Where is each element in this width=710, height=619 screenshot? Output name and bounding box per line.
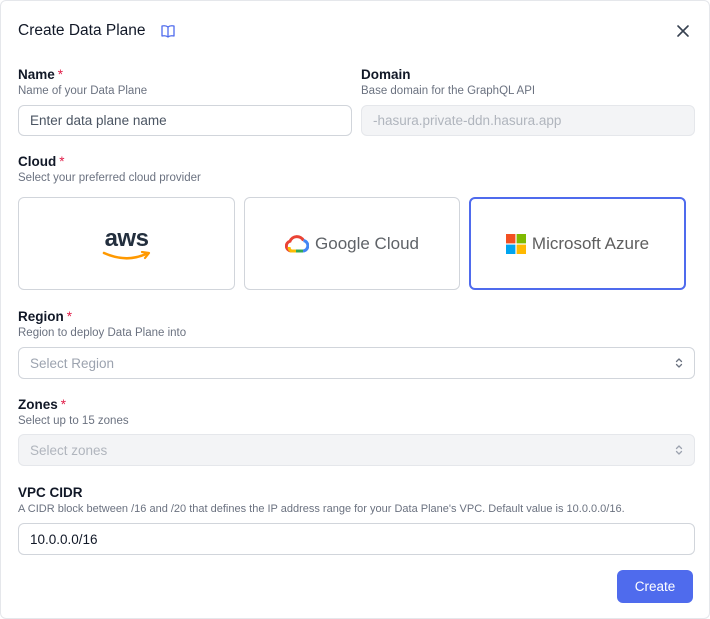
chevron-up-down-icon	[675, 445, 683, 455]
cloud-label: Cloud	[18, 154, 57, 169]
cloud-option-azure[interactable]: Microsoft Azure	[469, 197, 686, 290]
cloud-option-aws[interactable]: aws	[18, 197, 235, 290]
chevron-up-down-icon	[675, 358, 683, 368]
required-mark: *	[66, 309, 73, 324]
name-label: Name	[18, 67, 55, 82]
cloud-help: Select your preferred cloud provider	[18, 172, 201, 184]
name-field-header: Name * Name of your Data Plane	[18, 67, 147, 97]
vpc-help: A CIDR block between /16 and /20 that de…	[18, 503, 625, 515]
google-cloud-label: Google Cloud	[315, 233, 419, 253]
aws-logo: aws	[102, 224, 152, 261]
dialog-header: Create Data Plane	[18, 22, 176, 40]
required-mark: *	[60, 397, 67, 412]
zones-field-header: Zones * Select up to 15 zones	[18, 397, 129, 427]
microsoft-azure-label: Microsoft Azure	[531, 233, 650, 253]
region-select[interactable]: Select Region	[18, 347, 695, 379]
dialog-title: Create Data Plane	[18, 22, 146, 39]
region-label: Region	[18, 309, 64, 324]
cloud-option-google-cloud[interactable]: Google Cloud	[244, 197, 460, 290]
zones-help: Select up to 15 zones	[18, 415, 129, 427]
region-placeholder: Select Region	[30, 355, 115, 371]
name-help: Name of your Data Plane	[18, 85, 148, 97]
domain-label: Domain	[361, 67, 411, 82]
region-field-header: Region * Region to deploy Data Plane into	[18, 309, 186, 339]
domain-help: Base domain for the GraphQL API	[361, 85, 536, 97]
name-input[interactable]: Enter data plane name	[18, 105, 352, 136]
required-mark: *	[59, 154, 65, 169]
zones-placeholder: Select zones	[30, 442, 108, 458]
required-mark: *	[57, 67, 64, 82]
domain-field-header: Domain Base domain for the GraphQL API	[361, 67, 535, 97]
zones-label: Zones	[18, 397, 58, 412]
book-icon[interactable]	[160, 23, 176, 39]
vpc-cidr-input[interactable]: 10.0.0.0/16	[18, 523, 695, 555]
aws-smile-icon	[102, 250, 150, 260]
vpc-field-header: VPC CIDR A CIDR block between /16 and /2…	[18, 485, 698, 515]
region-help: Region to deploy Data Plane into	[18, 327, 187, 339]
create-data-plane-dialog: Create Data Plane Name * Name of your Dat…	[0, 0, 710, 619]
cloud-field-header: Cloud * Select your preferred cloud provi…	[18, 154, 201, 184]
google-cloud-icon	[285, 234, 310, 252]
create-button[interactable]: Create	[617, 570, 693, 603]
vpc-label: VPC CIDR	[18, 485, 83, 500]
aws-logo-text: aws	[104, 224, 149, 252]
microsoft-logo-icon	[505, 233, 526, 254]
close-icon[interactable]	[675, 23, 691, 39]
zones-select: Select zones	[18, 434, 695, 466]
domain-input: -hasura.private-ddn.hasura.app	[361, 105, 695, 136]
